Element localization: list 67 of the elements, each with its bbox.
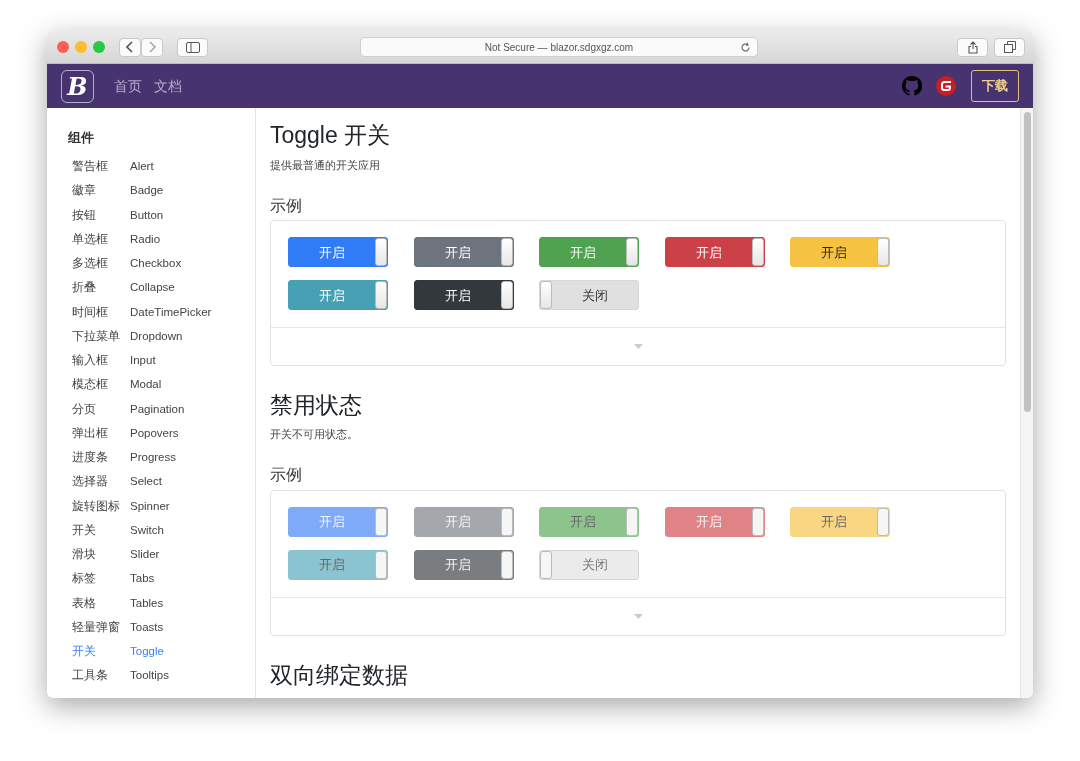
sidebar-button[interactable] [177, 37, 208, 57]
sidebar-item[interactable]: 下拉菜单 Dropdown [68, 324, 255, 349]
sidebar-item[interactable]: 进度条 Progress [68, 445, 255, 470]
sidebar-item[interactable]: 时间框 DateTimePicker [68, 300, 255, 325]
toggle-switch: 开启 [413, 549, 514, 580]
sidebar-item[interactable]: 输入框 Input [68, 348, 255, 373]
download-button[interactable]: 下载 [971, 70, 1019, 102]
toggle-switch: 开启 [288, 506, 388, 537]
sidebar-item[interactable]: 工具条 Tooltips [68, 663, 255, 688]
share-icon [966, 40, 979, 54]
toggle-switch[interactable]: 开启 [790, 237, 890, 268]
toggle-switch: 开启 [790, 506, 890, 537]
toggle-switch[interactable]: 开启 [413, 280, 514, 311]
address-bar[interactable]: Not Secure — blazor.sdgxgz.com [360, 37, 758, 57]
sidebar-item[interactable]: 警告框 Alert [68, 154, 255, 179]
scrollbar[interactable] [1024, 112, 1031, 412]
sidebar-item[interactable]: 开关 Toggle [68, 639, 255, 664]
minimize-button[interactable] [75, 41, 87, 53]
toggle-switch: 开启 [539, 506, 639, 537]
section-description: 开关不可用状态。 [270, 426, 359, 442]
sidebar-item[interactable]: 表格 Tables [68, 591, 255, 616]
section-title: 双向绑定数据 [270, 661, 409, 690]
tabs-button[interactable] [994, 37, 1025, 57]
zoom-button[interactable] [93, 41, 105, 53]
sidebar-item[interactable]: 多选框 Checkbox [68, 251, 255, 276]
nav-link[interactable]: 文档 [154, 75, 182, 97]
toggle-switch[interactable]: 开启 [664, 237, 765, 268]
page-description: 提供最普通的开关应用 [270, 157, 381, 173]
sidebar-icon [185, 41, 200, 53]
section-title: 禁用状态 [270, 392, 363, 420]
sidebar-item[interactable]: 滑块 Slider [68, 542, 255, 567]
toggle-switch[interactable]: 开启 [288, 237, 388, 268]
sidebar-item[interactable]: 旋转图标 Spinner [68, 494, 255, 519]
reload-icon [740, 42, 751, 53]
back-button[interactable] [119, 37, 141, 57]
sidebar-item[interactable]: 单选框 Radio [68, 227, 255, 252]
sidebar-item[interactable]: 标签 Tabs [68, 566, 255, 591]
sidebar-item[interactable]: 选择器 Select [68, 469, 255, 494]
sidebar-item[interactable]: 按钮 Button [68, 203, 255, 228]
example-label: 示例 [270, 465, 303, 485]
sidebar-item[interactable]: 徽章 Badge [68, 178, 255, 203]
share-button[interactable] [957, 37, 988, 57]
close-button[interactable] [57, 41, 69, 53]
nav-link[interactable]: 首页 [114, 75, 142, 97]
expand-caret-icon[interactable] [633, 613, 643, 619]
sidebar-item[interactable]: 弹出框 Popovers [68, 421, 255, 446]
sidebar-item[interactable]: 折叠 Collapse [68, 275, 255, 300]
sidebar-heading: 组件 [68, 129, 95, 147]
github-icon[interactable] [902, 76, 922, 96]
forward-icon [148, 41, 156, 53]
toggle-switch[interactable]: 关闭 [539, 280, 639, 311]
toggle-switch: 关闭 [539, 549, 639, 580]
sidebar-item[interactable]: 模态框 Modal [68, 372, 255, 397]
page-title: Toggle 开关 [270, 122, 392, 150]
gitee-icon[interactable] [936, 76, 956, 96]
sidebar-item[interactable]: 开关 Switch [68, 518, 255, 543]
sidebar-item[interactable]: 轻量弹窗 Toasts [68, 615, 255, 640]
back-icon [126, 41, 134, 53]
toggle-switch: 开启 [664, 506, 765, 537]
toggle-switch: 开启 [413, 506, 514, 537]
sidebar-item[interactable]: 分页 Pagination [68, 397, 255, 422]
expand-caret-icon[interactable] [633, 344, 643, 350]
logo[interactable]: B [61, 69, 94, 103]
toggle-switch: 开启 [288, 549, 388, 580]
example-label: 示例 [270, 196, 303, 216]
toggle-switch[interactable]: 开启 [413, 237, 514, 268]
tabs-icon [1003, 41, 1016, 53]
